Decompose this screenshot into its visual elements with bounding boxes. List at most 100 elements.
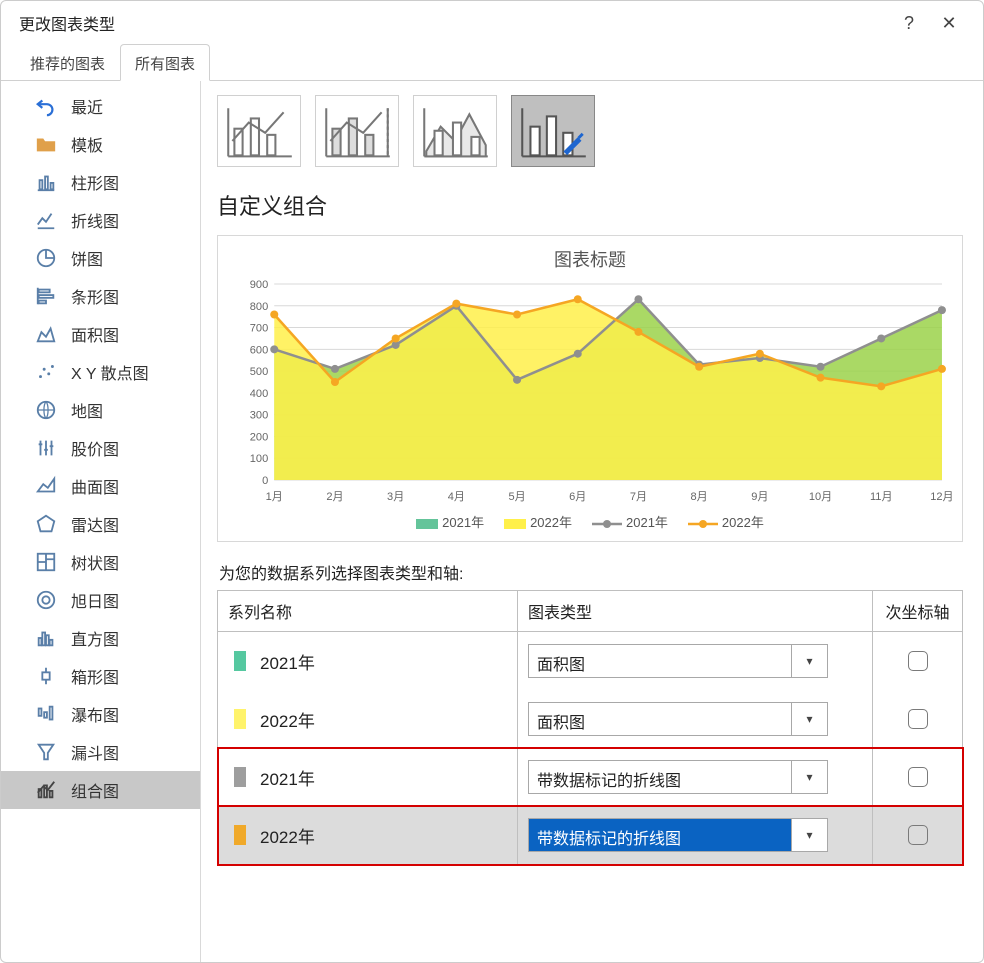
sidebar-item-line[interactable]: 折线图: [1, 201, 200, 239]
chevron-down-icon[interactable]: ▾: [791, 761, 827, 793]
secondary-axis-checkbox[interactable]: [908, 651, 928, 671]
sidebar-item-label: 直方图: [71, 626, 119, 650]
sidebar-item-label: 树状图: [71, 550, 119, 574]
dialog-body: 最近 模板 柱形图 折线图 饼图 条形图 面积图 X Y 散点图: [1, 81, 983, 962]
secondary-axis-checkbox[interactable]: [908, 825, 928, 845]
secondary-axis-checkbox[interactable]: [908, 709, 928, 729]
legend-item: 2021年: [416, 512, 484, 531]
sidebar-item-label: 组合图: [71, 778, 119, 802]
svg-text:5月: 5月: [508, 491, 525, 503]
sidebar-item-funnel[interactable]: 漏斗图: [1, 733, 200, 771]
sidebar-item-templates[interactable]: 模板: [1, 125, 200, 163]
sidebar-item-label: 折线图: [71, 208, 119, 232]
chart-type-combo[interactable]: 面积图▾: [528, 702, 828, 736]
sidebar-item-combo[interactable]: 组合图: [1, 771, 200, 809]
chart-legend: 2021年 2022年 2021年 2022年: [228, 512, 952, 531]
series-swatch: [234, 651, 246, 671]
series-swatch: [234, 709, 246, 729]
sidebar-item-pie[interactable]: 饼图: [1, 239, 200, 277]
sidebar-item-label: 柱形图: [71, 170, 119, 194]
sidebar-item-histogram[interactable]: 直方图: [1, 619, 200, 657]
combo-subtype-2[interactable]: [315, 95, 399, 167]
chevron-down-icon[interactable]: ▾: [791, 645, 827, 677]
series-name: 2022年: [260, 823, 315, 848]
series-swatch: [234, 825, 246, 845]
chart-type-combo[interactable]: 面积图▾: [528, 644, 828, 678]
series-name: 2022年: [260, 707, 315, 732]
sunburst-icon: [35, 589, 57, 611]
series-row: 2021年 面积图▾: [218, 632, 963, 691]
sidebar-item-column[interactable]: 柱形图: [1, 163, 200, 201]
chart-plot-area: 01002003004005006007008009001月2月3月4月5月6月…: [228, 278, 952, 508]
sidebar-item-stock[interactable]: 股价图: [1, 429, 200, 467]
scatter-chart-icon: [35, 361, 57, 383]
series-row: 2022年 带数据标记的折线图▾: [218, 806, 963, 865]
chart-type-sidebar: 最近 模板 柱形图 折线图 饼图 条形图 面积图 X Y 散点图: [1, 81, 201, 962]
sidebar-item-label: 饼图: [71, 246, 103, 270]
sidebar-item-label: 曲面图: [71, 474, 119, 498]
combo-subtype-custom[interactable]: [511, 95, 595, 167]
sidebar-item-sunburst[interactable]: 旭日图: [1, 581, 200, 619]
combo-chart-icon: [35, 779, 57, 801]
sidebar-item-bar[interactable]: 条形图: [1, 277, 200, 315]
sidebar-item-scatter[interactable]: X Y 散点图: [1, 353, 200, 391]
sidebar-item-map[interactable]: 地图: [1, 391, 200, 429]
column-chart-icon: [35, 171, 57, 193]
combo-subtype-3[interactable]: [413, 95, 497, 167]
chart-type-combo[interactable]: 带数据标记的折线图▾: [528, 818, 828, 852]
svg-text:0: 0: [262, 475, 268, 487]
sidebar-item-area[interactable]: 面积图: [1, 315, 200, 353]
secondary-axis-checkbox[interactable]: [908, 767, 928, 787]
sidebar-item-label: 雷达图: [71, 512, 119, 536]
stock-chart-icon: [35, 437, 57, 459]
sidebar-item-label: 瀑布图: [71, 702, 119, 726]
tab-all[interactable]: 所有图表: [120, 44, 210, 81]
series-name: 2021年: [260, 649, 315, 674]
sidebar-item-radar[interactable]: 雷达图: [1, 505, 200, 543]
series-swatch: [234, 767, 246, 787]
svg-text:600: 600: [250, 344, 268, 356]
area-chart-icon: [35, 323, 57, 345]
dialog-titlebar: 更改图表类型 ? ✕: [1, 1, 983, 45]
sidebar-item-treemap[interactable]: 树状图: [1, 543, 200, 581]
sidebar-item-surface[interactable]: 曲面图: [1, 467, 200, 505]
line-chart-icon: [35, 209, 57, 231]
svg-text:2月: 2月: [326, 491, 343, 503]
globe-icon: [35, 399, 57, 421]
svg-text:12月: 12月: [930, 491, 952, 503]
col-secondary-axis: 次坐标轴: [873, 591, 963, 632]
combo-subtype-1[interactable]: [217, 95, 301, 167]
svg-text:10月: 10月: [809, 491, 832, 503]
chevron-down-icon[interactable]: ▾: [791, 703, 827, 735]
chevron-down-icon[interactable]: ▾: [791, 819, 827, 851]
sidebar-item-label: 模板: [71, 132, 103, 156]
svg-text:300: 300: [250, 410, 268, 422]
sidebar-item-label: 旭日图: [71, 588, 119, 612]
svg-text:100: 100: [250, 453, 268, 465]
svg-text:7月: 7月: [630, 491, 647, 503]
sidebar-item-recent[interactable]: 最近: [1, 87, 200, 125]
svg-text:900: 900: [250, 279, 268, 291]
bar-chart-icon: [35, 285, 57, 307]
sidebar-item-label: 最近: [71, 94, 103, 118]
series-row: 2022年 面积图▾: [218, 690, 963, 748]
help-button[interactable]: ?: [889, 13, 929, 34]
sidebar-item-boxplot[interactable]: 箱形图: [1, 657, 200, 695]
treemap-icon: [35, 551, 57, 573]
svg-text:700: 700: [250, 323, 268, 335]
tab-recommended[interactable]: 推荐的图表: [15, 44, 120, 81]
sidebar-item-waterfall[interactable]: 瀑布图: [1, 695, 200, 733]
svg-text:400: 400: [250, 388, 268, 400]
sidebar-item-label: 条形图: [71, 284, 119, 308]
sidebar-item-label: 地图: [71, 398, 103, 422]
section-title: 自定义组合: [217, 189, 963, 221]
chart-preview: 图表标题 01002003004005006007008009001月2月3月4…: [217, 235, 963, 542]
close-button[interactable]: ✕: [929, 13, 969, 34]
svg-text:800: 800: [250, 301, 268, 313]
series-table: 系列名称 图表类型 次坐标轴 2021年 面积图▾ 2022年 面积图▾ 202: [217, 590, 963, 865]
sidebar-item-label: 漏斗图: [71, 740, 119, 764]
svg-text:3月: 3月: [387, 491, 404, 503]
chart-type-combo[interactable]: 带数据标记的折线图▾: [528, 760, 828, 794]
svg-text:500: 500: [250, 366, 268, 378]
sidebar-item-label: X Y 散点图: [71, 360, 149, 384]
